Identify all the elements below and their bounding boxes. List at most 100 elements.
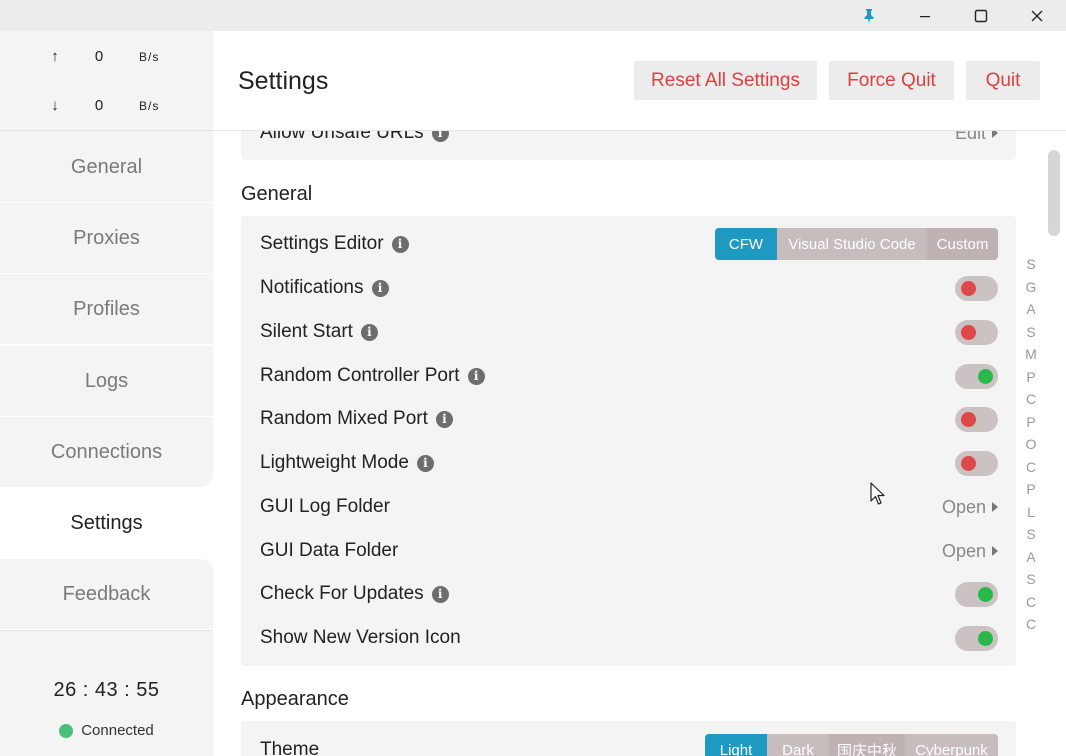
gui-log-folder-open-link[interactable]: Open (942, 497, 998, 518)
sidebar-item-settings[interactable]: Settings (0, 488, 213, 558)
info-icon[interactable]: i (391, 235, 409, 253)
setting-label: GUI Data Folder (260, 540, 399, 561)
sidebar-footer: 26 : 43 : 55 Connected (0, 630, 213, 756)
download-value: 0 (94, 97, 104, 114)
sidebar-item-proxies[interactable]: Proxies (0, 203, 213, 273)
sidebar-item-profiles[interactable]: Profiles (0, 274, 213, 344)
random-controller-port-toggle[interactable] (955, 363, 998, 389)
section-title-appearance: Appearance (241, 688, 349, 710)
section-index-letter[interactable]: P (1020, 411, 1042, 434)
section-index-letter[interactable]: O (1020, 433, 1042, 456)
info-icon[interactable]: i (467, 367, 485, 385)
option-cfw[interactable]: CFW (715, 228, 777, 260)
toggle-knob (961, 280, 976, 296)
section-index-letter[interactable]: C (1020, 388, 1042, 411)
info-icon[interactable]: i (431, 585, 449, 603)
info-icon[interactable]: i (435, 410, 453, 428)
status-dot-icon (59, 723, 74, 738)
upload-speed: ↑ 0 B/s (0, 48, 213, 68)
caret-right-icon (992, 502, 998, 512)
setting-row-gui-log-folder: GUI Log Folder Open (260, 492, 998, 522)
setting-row-random-controller-port: Random Controller Port i (260, 361, 998, 391)
info-icon[interactable]: i (431, 131, 449, 142)
theme-selector: Light Dark 国庆中秋 Cyberpunk (705, 734, 998, 756)
settings-card-general: Settings Editor i CFW Visual Studio Code… (241, 216, 1016, 666)
info-icon[interactable]: i (360, 323, 378, 341)
option-cyberpunk[interactable]: Cyberpunk (905, 734, 998, 756)
toggle-knob (978, 630, 993, 646)
minimize-icon[interactable] (902, 0, 948, 31)
setting-row-lightweight-mode: Lightweight Mode i (260, 448, 998, 478)
traffic-panel: ↑ 0 B/s ↓ 0 B/s (0, 31, 213, 131)
download-speed: ↓ 0 B/s (0, 97, 213, 117)
section-index-letter[interactable]: G (1020, 276, 1042, 299)
pin-icon[interactable] (846, 0, 892, 31)
scrollbar-thumb[interactable] (1048, 150, 1060, 236)
setting-row-settings-editor: Settings Editor i CFW Visual Studio Code… (260, 228, 998, 260)
lightweight-mode-toggle[interactable] (955, 450, 998, 476)
option-light[interactable]: Light (705, 734, 767, 756)
section-index-letter[interactable]: L (1020, 501, 1042, 524)
download-arrow-icon: ↓ (51, 97, 59, 114)
notifications-toggle[interactable] (955, 275, 998, 301)
info-icon[interactable]: i (416, 454, 434, 472)
setting-row-allow-unsafe-urls: Allow Unsafe URLs i Edit (260, 131, 998, 148)
force-quit-button[interactable]: Force Quit (829, 61, 954, 100)
option-custom[interactable]: Custom (927, 228, 998, 260)
setting-label: Silent Start (260, 321, 353, 342)
upload-value: 0 (94, 48, 104, 65)
setting-label: GUI Log Folder (260, 496, 390, 517)
toggle-knob (961, 411, 976, 427)
section-index-letter[interactable]: S (1020, 568, 1042, 591)
silent-start-toggle[interactable] (955, 319, 998, 345)
option-dark[interactable]: Dark (767, 734, 829, 756)
page-header: Settings Reset All Settings Force Quit Q… (213, 31, 1066, 131)
close-icon[interactable] (1014, 0, 1060, 31)
setting-label: Allow Unsafe URLs (260, 131, 424, 143)
setting-label: Show New Version Icon (260, 627, 461, 648)
section-index-letter[interactable]: P (1020, 478, 1042, 501)
toggle-knob (961, 455, 976, 471)
section-index-letter[interactable]: S (1020, 253, 1042, 276)
setting-label: Notifications (260, 277, 364, 298)
section-index-letter[interactable]: A (1020, 298, 1042, 321)
sidebar-nav: General Proxies Profiles Logs Connection… (0, 132, 213, 630)
section-index-letter[interactable]: M (1020, 343, 1042, 366)
setting-label: Check For Updates (260, 583, 424, 604)
open-link-label: Open (941, 540, 986, 561)
toggle-knob (978, 368, 993, 384)
sidebar-item-logs[interactable]: Logs (0, 346, 213, 416)
section-index-letter[interactable]: C (1020, 591, 1042, 614)
check-for-updates-toggle[interactable] (955, 581, 998, 607)
edit-link[interactable]: Edit (955, 131, 998, 144)
maximize-icon[interactable] (958, 0, 1004, 31)
section-index-letter[interactable]: S (1020, 321, 1042, 344)
sidebar-item-feedback[interactable]: Feedback (0, 559, 213, 629)
setting-row-theme: Theme Light Dark 国庆中秋 Cyberpunk (260, 734, 998, 756)
setting-label: Settings Editor (260, 233, 384, 254)
show-new-version-icon-toggle[interactable] (955, 625, 998, 651)
caret-right-icon (992, 131, 998, 138)
info-icon[interactable]: i (371, 279, 389, 297)
connection-status: Connected (0, 722, 213, 739)
section-index-letter[interactable]: C (1020, 613, 1042, 636)
sidebar-item-connections[interactable]: Connections (0, 417, 213, 487)
quit-button[interactable]: Quit (966, 61, 1040, 100)
settings-editor-selector: CFW Visual Studio Code Custom (715, 228, 998, 260)
caret-right-icon (992, 546, 998, 556)
option-national-day[interactable]: 国庆中秋 (829, 734, 905, 756)
section-index-letter[interactable]: P (1020, 366, 1042, 389)
sidebar-item-general[interactable]: General (0, 132, 213, 202)
settings-card-previous: Allow Unsafe URLs i Edit (241, 131, 1016, 160)
section-index-letter[interactable]: C (1020, 456, 1042, 479)
status-label: Connected (81, 722, 154, 739)
gui-data-folder-open-link[interactable]: Open (942, 541, 998, 562)
reset-all-settings-button[interactable]: Reset All Settings (634, 61, 817, 100)
section-index-letter[interactable]: S (1020, 523, 1042, 546)
option-visual-studio-code[interactable]: Visual Studio Code (777, 228, 927, 260)
section-index-letter[interactable]: A (1020, 546, 1042, 569)
sidebar: ↑ 0 B/s ↓ 0 B/s General Proxies Profiles… (0, 31, 213, 756)
upload-arrow-icon: ↑ (51, 48, 59, 65)
upload-unit: B/s (139, 50, 160, 64)
random-mixed-port-toggle[interactable] (955, 406, 998, 432)
